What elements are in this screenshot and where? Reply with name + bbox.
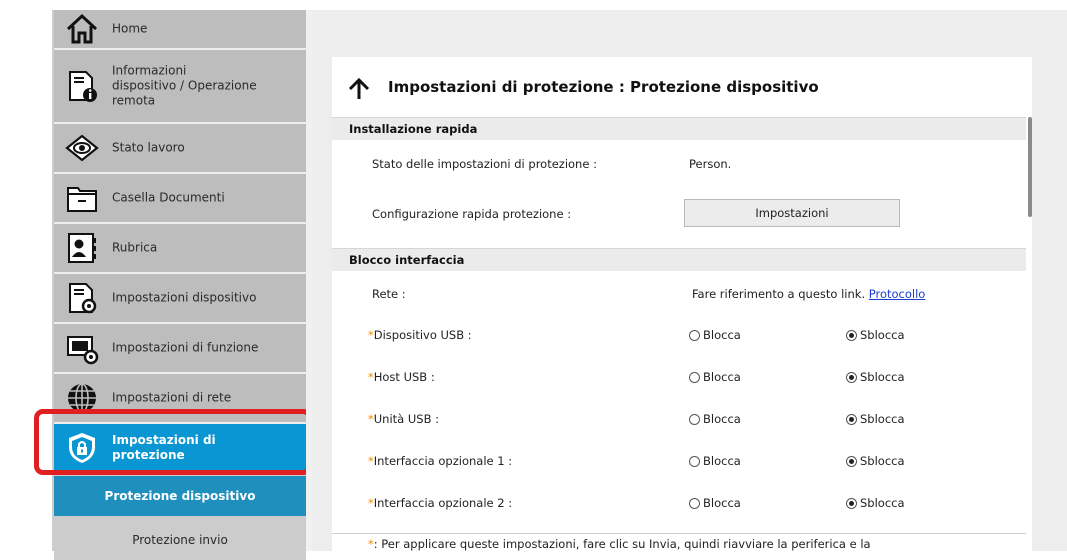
page-title: Impostazioni di protezione : Protezione … xyxy=(388,78,819,96)
sidebar-item-device-settings[interactable]: Impostazioni dispositivo xyxy=(54,274,306,324)
section-header-interface-block: Blocco interfaccia xyxy=(332,248,1026,271)
sidebar-item-label: Home xyxy=(112,21,148,36)
usb-host-label: *Host USB : xyxy=(368,370,435,384)
sidebar-item-label: Impostazioni di rete xyxy=(112,390,232,405)
optional-interface-1-unlock-radio[interactable]: Sblocca xyxy=(846,454,905,468)
sidebar-item-job-status[interactable]: Stato lavoro xyxy=(54,124,306,174)
home-icon xyxy=(64,11,100,47)
radio-selected-icon xyxy=(846,330,857,341)
radio-selected-icon xyxy=(846,498,857,509)
folder-icon xyxy=(64,180,100,216)
sidebar-item-label: Impostazioni dispositivo xyxy=(112,290,257,305)
divider xyxy=(332,533,1026,534)
radio-selected-icon xyxy=(846,372,857,383)
radio-icon xyxy=(689,372,700,383)
sidebar-item-label: Rubrica xyxy=(112,240,158,255)
main-content: Impostazioni di protezione : Protezione … xyxy=(312,10,1067,551)
optional-interface-2-unlock-radio[interactable]: Sblocca xyxy=(846,496,905,510)
optional-interface-1-label: *Interfaccia opzionale 1 : xyxy=(368,454,513,468)
optional-interface-2-lock-radio[interactable]: Blocca xyxy=(689,496,741,510)
sidebar-item-home[interactable]: Home xyxy=(54,10,306,50)
usb-drive-lock-radio[interactable]: Blocca xyxy=(689,412,741,426)
sidebar-subitem-send-protection[interactable]: Protezione invio xyxy=(54,520,306,560)
highlight-outline xyxy=(34,409,312,475)
optional-interface-1-lock-radio[interactable]: Blocca xyxy=(689,454,741,468)
sidebar-item-device-info[interactable]: Informazioni dispositivo / Operazione re… xyxy=(54,50,306,124)
radio-icon xyxy=(689,456,700,467)
usb-drive-label: *Unità USB : xyxy=(368,412,439,426)
sidebar-item-function-settings[interactable]: Impostazioni di funzione xyxy=(54,324,306,374)
usb-device-lock-radio[interactable]: Blocca xyxy=(689,328,741,342)
page-header: Impostazioni di protezione : Protezione … xyxy=(332,57,1032,117)
device-settings-icon xyxy=(64,280,100,316)
usb-device-label: *Dispositivo USB : xyxy=(368,328,472,342)
settings-panel: Impostazioni di protezione : Protezione … xyxy=(332,57,1032,551)
sidebar-item-label: Informazioni dispositivo / Operazione re… xyxy=(112,63,257,108)
sidebar-item-label: Stato lavoro xyxy=(112,140,185,155)
footnote: *: Per applicare queste impostazioni, fa… xyxy=(368,537,871,551)
security-status-label: Stato delle impostazioni di protezione : xyxy=(372,157,597,171)
network-reference: Fare riferimento a questo link. Protocol… xyxy=(692,287,926,301)
sidebar-item-label: Impostazioni di funzione xyxy=(112,340,259,355)
usb-drive-unlock-radio[interactable]: Sblocca xyxy=(846,412,905,426)
section-header-quick-setup: Installazione rapida xyxy=(332,117,1026,140)
scrollbar-thumb[interactable] xyxy=(1028,117,1032,217)
quick-config-label: Configurazione rapida protezione : xyxy=(372,207,572,221)
radio-icon xyxy=(689,330,700,341)
radio-selected-icon xyxy=(846,414,857,425)
optional-interface-2-label: *Interfaccia opzionale 2 : xyxy=(368,496,513,510)
sidebar-item-address-book[interactable]: Rubrica xyxy=(54,224,306,274)
arrow-up-icon[interactable] xyxy=(347,77,371,105)
usb-device-unlock-radio[interactable]: Sblocca xyxy=(846,328,905,342)
radio-icon xyxy=(689,498,700,509)
network-label: Rete : xyxy=(372,287,406,301)
radio-icon xyxy=(689,414,700,425)
function-settings-icon xyxy=(64,330,100,366)
sidebar-item-document-box[interactable]: Casella Documenti xyxy=(54,174,306,224)
security-status-value: Person. xyxy=(689,157,732,171)
settings-button[interactable]: Impostazioni xyxy=(684,199,900,227)
address-book-icon xyxy=(64,230,100,266)
eye-icon xyxy=(64,130,100,166)
protocol-link[interactable]: Protocollo xyxy=(869,287,926,301)
usb-host-lock-radio[interactable]: Blocca xyxy=(689,370,741,384)
radio-selected-icon xyxy=(846,456,857,467)
usb-host-unlock-radio[interactable]: Sblocca xyxy=(846,370,905,384)
device-info-icon xyxy=(64,68,100,104)
sidebar-item-label: Casella Documenti xyxy=(112,190,225,205)
sidebar-subitem-device-protection[interactable]: Protezione dispositivo xyxy=(54,476,306,516)
